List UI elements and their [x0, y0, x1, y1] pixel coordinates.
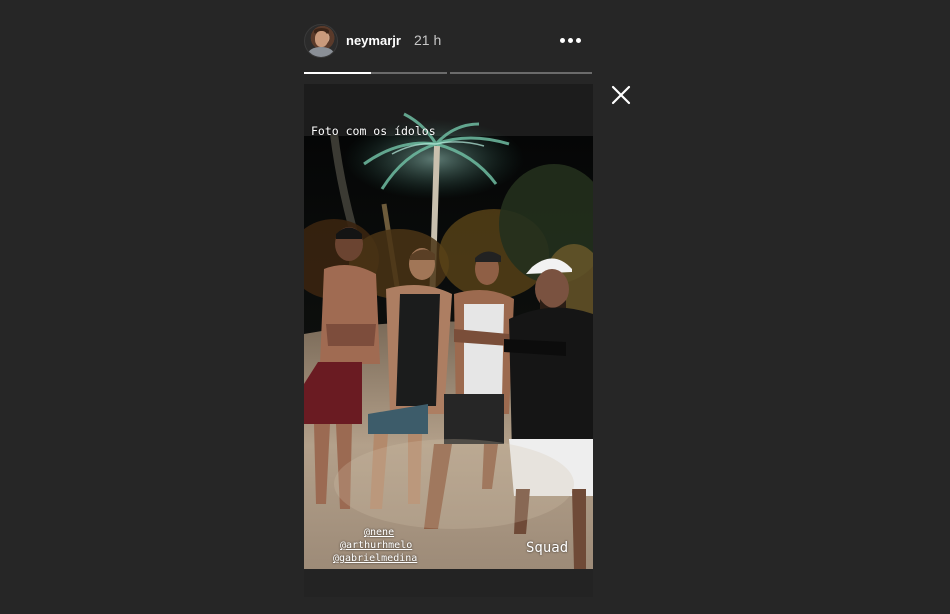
close-button[interactable]: [610, 84, 632, 106]
progress-segment-1: [304, 72, 447, 74]
story-header: neymarjr 21 h: [304, 24, 592, 58]
story-viewer: neymarjr 21 h Foto com os ídolos @nene @…: [0, 0, 950, 614]
story-caption: Foto com os ídolos: [311, 124, 436, 138]
sticker-text: Squad: [526, 540, 569, 556]
more-options-icon[interactable]: [560, 38, 582, 44]
story-media[interactable]: Foto com os ídolos @nene @arthurhmelo @g…: [304, 84, 593, 597]
story-photo: [304, 84, 593, 597]
avatar-shirt: [308, 47, 334, 57]
avatar-face: [315, 31, 328, 47]
profile-avatar[interactable]: [304, 24, 338, 58]
username-link[interactable]: neymarjr: [346, 33, 401, 48]
progress-fill-1: [304, 72, 372, 74]
mention-nene[interactable]: @nene: [364, 527, 394, 538]
close-icon: [611, 85, 631, 105]
story-progress: [304, 72, 592, 75]
mention-gabrielmedina[interactable]: @gabrielmedina: [333, 553, 417, 564]
post-time: 21 h: [414, 32, 442, 48]
mention-arthurhmelo[interactable]: @arthurhmelo: [340, 540, 412, 551]
progress-segment-2: [450, 72, 592, 74]
